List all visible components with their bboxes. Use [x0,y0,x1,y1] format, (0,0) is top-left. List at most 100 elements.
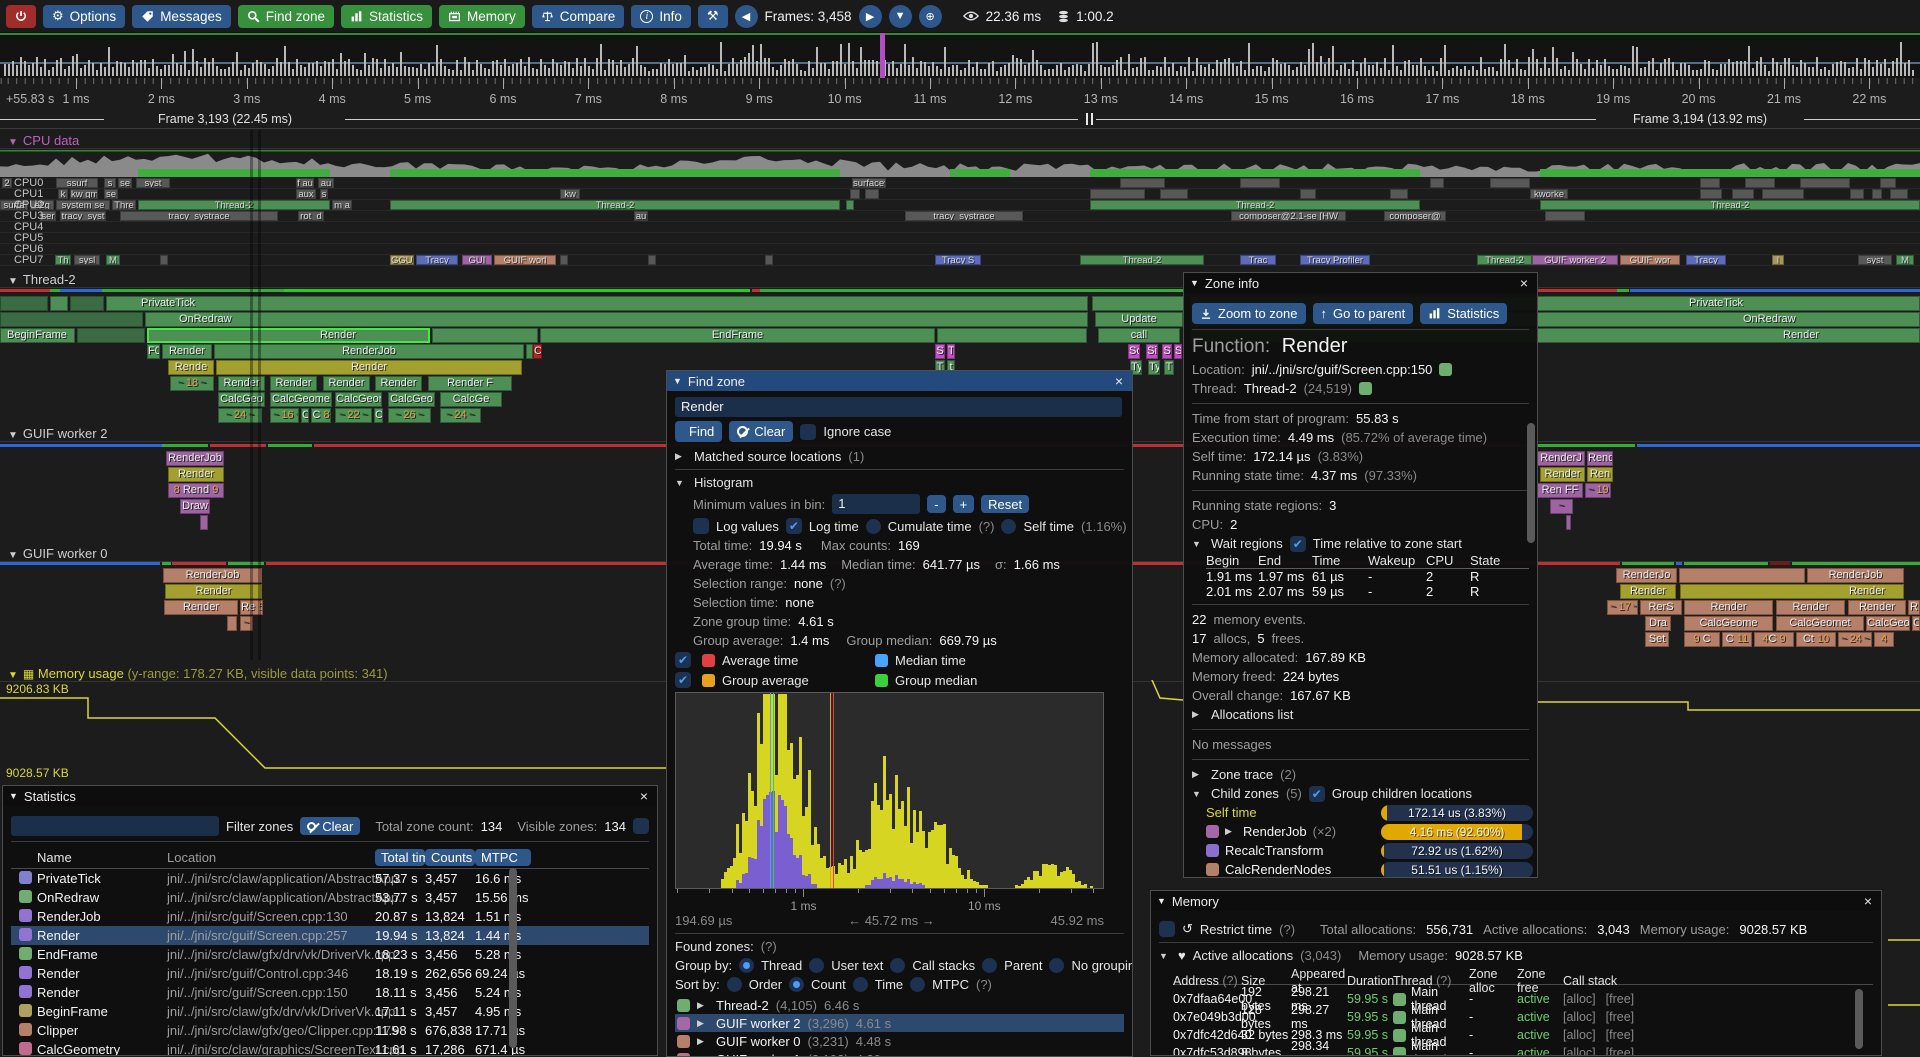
zone[interactable]: S [1162,344,1172,359]
zone[interactable] [200,515,208,530]
frame-bar[interactable] [772,67,774,76]
frame-bar[interactable] [172,54,174,76]
cpu-zone[interactable]: Thread-2 [1540,200,1920,210]
frame-bar[interactable] [1904,63,1906,76]
zone[interactable]: ~24~ [218,408,262,423]
frame-bar[interactable] [1036,60,1038,76]
cpu-zone[interactable]: Thread-2 [1080,255,1204,265]
find-zone-button[interactable]: Find zone [238,5,334,28]
cpu-zone[interactable]: Th [55,255,71,265]
sort-by-option-mtpc[interactable] [910,977,925,992]
frame-bar[interactable] [556,63,558,76]
frame-bar[interactable] [668,59,670,76]
frame-bar[interactable] [1824,67,1826,76]
child-zone-row[interactable]: CalcRenderNodes51.51 us (1.15%) [1192,860,1529,877]
frame-bar[interactable] [432,66,434,76]
frame-bar[interactable] [1900,42,1902,76]
frame-bar[interactable] [1544,57,1546,76]
frame-bar[interactable] [1472,66,1474,76]
zone[interactable]: ~17~ [1607,600,1638,615]
frame-bar[interactable] [224,69,226,76]
frame-bar[interactable] [1556,58,1558,76]
frame-bar[interactable] [576,58,578,76]
frame-bar[interactable] [852,61,854,76]
frame-bar[interactable] [1588,59,1590,76]
zone[interactable]: Render [323,376,370,391]
frame-bar[interactable] [704,67,706,76]
frame-bar[interactable] [264,64,266,76]
zone[interactable]: Render [1680,584,1904,599]
frame-bar[interactable] [1704,60,1706,76]
cpu-zone[interactable]: 2 [2,178,12,188]
statistics-button[interactable]: Statistics [1420,303,1507,324]
frame-bar[interactable] [828,69,830,76]
frame-bar[interactable] [1104,67,1106,76]
col-address[interactable]: Address (?) [1173,974,1241,988]
cpu-zone[interactable] [1732,189,1754,199]
frame-bar[interactable] [1808,67,1810,76]
frame-bar[interactable] [568,62,570,76]
zone[interactable]: ~22~ [335,408,372,423]
frame-bar[interactable] [100,63,102,76]
frame-bar[interactable] [744,57,746,76]
zone[interactable]: RenderJob [163,568,262,583]
frame-bar[interactable] [984,69,986,77]
frame-bar[interactable] [1612,69,1614,76]
frame-bar[interactable] [1200,65,1202,76]
zone[interactable] [1566,515,1571,530]
frame-bar[interactable] [448,69,450,76]
cpu-data-header[interactable]: ▼CPU data [8,133,79,148]
frame-bar[interactable] [124,63,126,76]
frame-bar[interactable] [1664,59,1666,76]
frame-bar[interactable] [1132,68,1134,76]
frame-bar[interactable] [912,57,914,76]
zone[interactable]: Render [168,467,224,482]
zone[interactable]: ~18~ [170,376,214,391]
cpu-zone[interactable] [846,200,854,210]
zone[interactable]: Draw [180,499,210,514]
statistics-row[interactable]: Renderjni/../jni/src/guif/Control.cpp:34… [11,964,649,983]
frame-bar[interactable] [1272,58,1274,76]
frame-bar[interactable] [284,46,286,76]
frame-bar[interactable] [936,66,938,76]
col-zone-free[interactable]: Zone free [1517,967,1563,995]
cpu-zone[interactable]: GGUIF [390,255,414,265]
cpu-zone[interactable]: I [1772,255,1784,265]
frame-bar[interactable] [1684,63,1686,76]
frame-bar[interactable] [1248,43,1250,76]
zone[interactable]: CalcGe [440,392,502,407]
frame-bar[interactable] [1004,65,1006,76]
frame-bar[interactable] [1176,71,1178,76]
expand-icon[interactable]: ▶ [1192,769,1204,780]
wait-table-row[interactable]: 2.01 ms2.07 ms59 µs-2R [1206,584,1529,599]
frame-bar[interactable] [72,56,74,76]
frame-bar[interactable] [1476,70,1478,76]
frame-bar[interactable] [1768,71,1770,76]
frame-bar[interactable] [996,71,998,76]
frame-bar[interactable] [1732,62,1734,76]
zone[interactable]: C 8 [311,408,331,423]
cpu-zone[interactable]: M [106,255,120,265]
frame-bar[interactable] [1804,63,1806,76]
frame-bar[interactable] [1496,71,1498,76]
cpu-zone[interactable]: Thread-2 [138,200,330,210]
self-time-checkbox[interactable] [1001,519,1016,534]
cpu-zone[interactable] [1762,189,1804,199]
frame-bar[interactable] [520,59,522,76]
frame-bar[interactable] [976,62,978,76]
frame-bar[interactable] [1464,66,1466,76]
frame-bar[interactable] [1624,66,1626,76]
zone[interactable]: PrivateTick [106,296,1088,311]
frame-bar[interactable] [1844,62,1846,76]
expand-icon[interactable]: ▶ [697,1000,709,1011]
frame-bar[interactable] [116,61,118,76]
frame-bar[interactable] [496,60,498,76]
frame-bar[interactable] [1084,71,1086,76]
frame-bar[interactable] [992,61,994,76]
frame-bar[interactable] [612,60,614,76]
expand-icon[interactable]: ▶ [697,1036,709,1047]
frame-bar[interactable] [128,67,130,76]
frame-bar[interactable] [1484,69,1486,76]
frame-bar[interactable] [1192,71,1194,76]
cpu-zone[interactable]: kw [560,189,580,199]
